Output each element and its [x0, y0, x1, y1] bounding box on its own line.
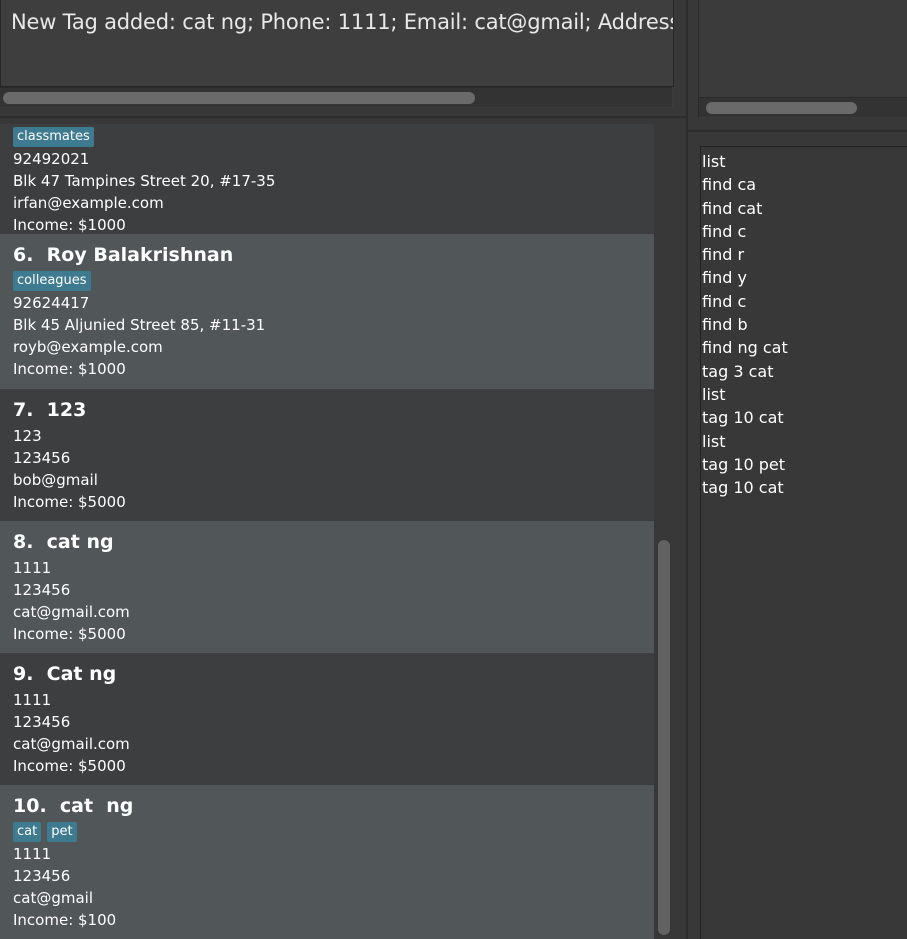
result-text: New Tag added: cat ng; Phone: 1111; Emai…: [11, 10, 673, 34]
divider: [688, 130, 907, 132]
person-phone: 1111: [13, 845, 52, 863]
history-item[interactable]: tag 10 cat: [702, 476, 907, 499]
history-item[interactable]: tag 10 pet: [702, 453, 907, 476]
person-card[interactable]: classmates 92492021 Blk 47 Tampines Street…: [0, 124, 654, 234]
history-item[interactable]: find c: [702, 220, 907, 243]
person-address: 123456: [13, 867, 71, 885]
person-name: 8. cat ng: [13, 531, 114, 553]
person-email: cat@gmail.com: [13, 735, 130, 753]
person-email: bob@gmail: [13, 471, 98, 489]
person-income: Income: $5000: [13, 625, 126, 643]
result-display-panel: New Tag added: cat ng; Phone: 1111; Emai…: [0, 0, 674, 108]
split-pane-divider[interactable]: [686, 0, 688, 939]
person-card[interactable]: 8. cat ng 1111 123456 cat@gmail.com Income: …: [0, 521, 654, 653]
person-email: cat@gmail.com: [13, 603, 130, 621]
history-item[interactable]: find ca: [702, 173, 907, 196]
history-item[interactable]: list: [702, 383, 907, 406]
tag-badge: classmates: [13, 127, 94, 147]
person-name: 9. Cat ng: [13, 663, 117, 685]
person-card[interactable]: 10. cat ng cat pet 1111 123456 cat@gmail Incom…: [0, 785, 654, 939]
person-email: irfan@example.com: [13, 194, 164, 212]
tag-badge: pet: [47, 822, 77, 842]
person-address: Blk 45 Aljunied Street 85, #11-31: [13, 316, 266, 334]
person-list[interactable]: classmates 92492021 Blk 47 Tampines Street…: [0, 124, 654, 939]
person-income: Income: $5000: [13, 493, 126, 511]
tag-badge: cat: [13, 822, 42, 842]
person-income: Income: $5000: [13, 757, 126, 775]
person-list-scrollbar-thumb[interactable]: [658, 540, 670, 935]
person-name: 7. 123: [13, 399, 87, 421]
person-address: 123456: [13, 581, 71, 599]
person-address: 123456: [13, 713, 71, 731]
command-history-list[interactable]: list find ca find cat find c find r find y fin…: [700, 146, 907, 939]
result-horizontal-scrollbar[interactable]: [0, 87, 672, 107]
history-item[interactable]: find c: [702, 290, 907, 313]
person-card[interactable]: 7. 123 123 123456 bob@gmail Income: $5000: [0, 389, 654, 521]
tag-list: classmates: [13, 126, 654, 148]
history-item[interactable]: list: [702, 150, 907, 173]
person-phone: 92624417: [13, 294, 90, 312]
history-item[interactable]: find ng cat: [702, 336, 907, 359]
person-phone: 1111: [13, 559, 52, 577]
history-item[interactable]: tag 3 cat: [702, 360, 907, 383]
top-right-pane: [698, 0, 907, 118]
top-right-scrollbar-thumb[interactable]: [706, 102, 857, 114]
history-item[interactable]: list: [702, 430, 907, 453]
person-card[interactable]: 6. Roy Balakrishnan colleagues 92624417 Blk…: [0, 234, 654, 389]
history-item[interactable]: find r: [702, 243, 907, 266]
history-item[interactable]: find cat: [702, 197, 907, 220]
person-income: Income: $100: [13, 911, 117, 929]
tag-list: cat pet: [13, 821, 654, 843]
person-email: cat@gmail: [13, 889, 93, 907]
person-address: 123456: [13, 449, 71, 467]
history-item[interactable]: find y: [702, 266, 907, 289]
person-card[interactable]: 9. Cat ng 1111 123456 cat@gmail.com Income: …: [0, 653, 654, 785]
result-scrollbar-thumb[interactable]: [3, 92, 475, 104]
divider: [0, 116, 686, 118]
person-income: Income: $1000: [13, 216, 126, 234]
person-name: 10. cat ng: [13, 795, 134, 817]
tag-badge: colleagues: [13, 271, 91, 291]
history-item[interactable]: find b: [702, 313, 907, 336]
person-phone: 123: [13, 427, 42, 445]
person-address: Blk 47 Tampines Street 20, #17-35: [13, 172, 276, 190]
person-name: 6. Roy Balakrishnan: [13, 244, 234, 266]
result-display[interactable]: New Tag added: cat ng; Phone: 1111; Emai…: [0, 0, 674, 87]
history-item[interactable]: tag 10 cat: [702, 406, 907, 429]
person-income: Income: $1000: [13, 360, 126, 378]
top-right-horizontal-scrollbar[interactable]: [699, 97, 907, 117]
person-phone: 92492021: [13, 150, 90, 168]
person-phone: 1111: [13, 691, 52, 709]
tag-list: colleagues: [13, 270, 654, 292]
person-email: royb@example.com: [13, 338, 163, 356]
